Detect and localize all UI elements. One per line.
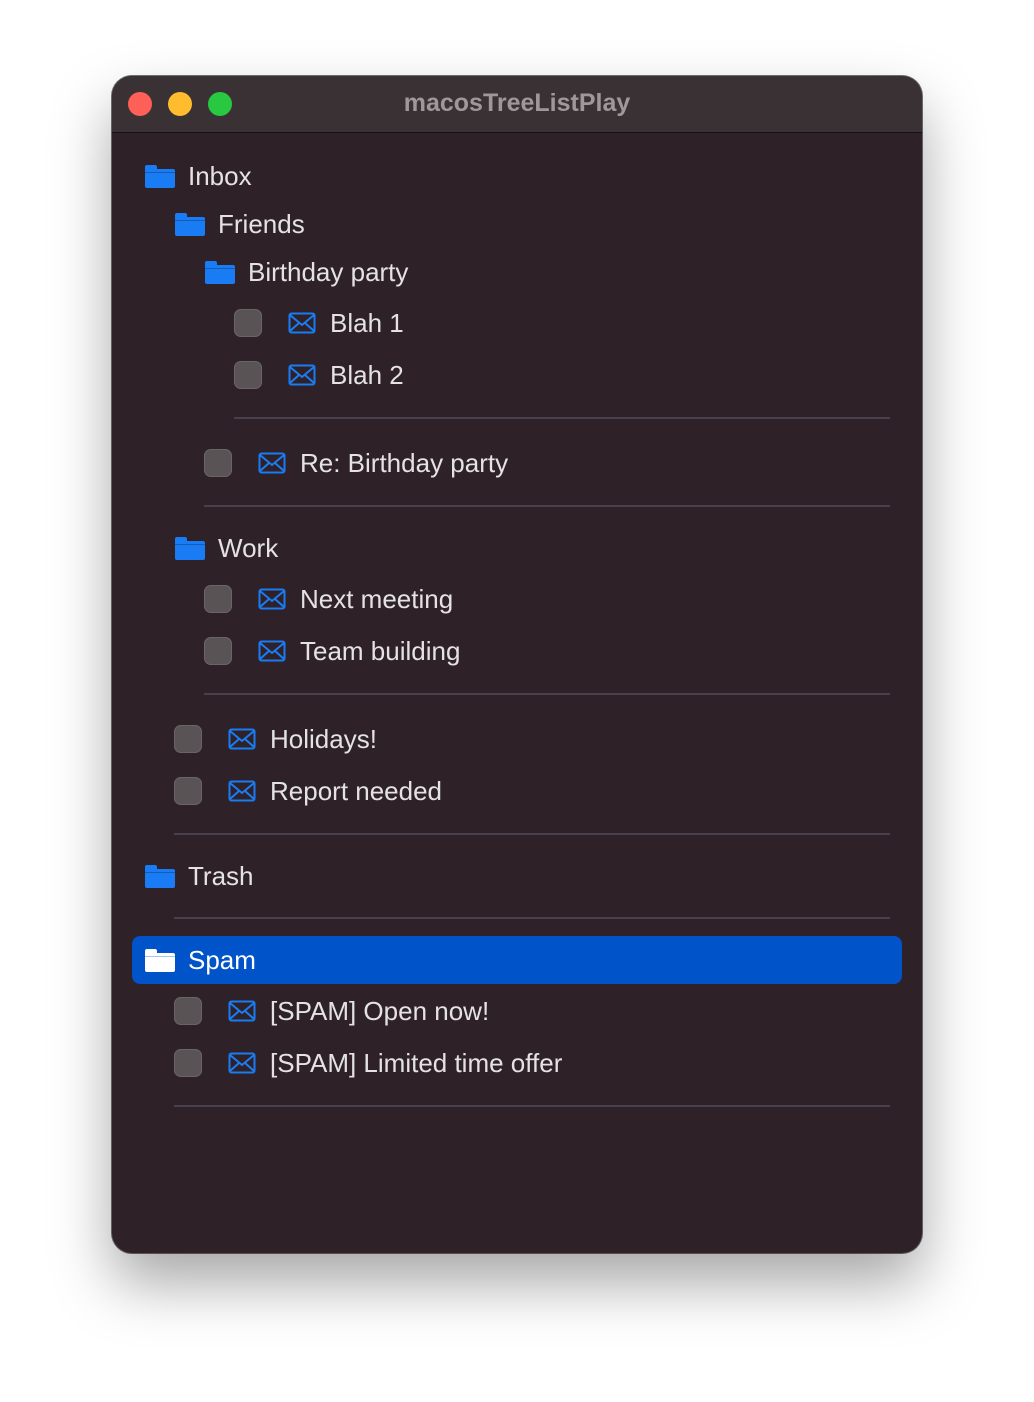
tree-item-friends[interactable]: Friends [175,200,305,248]
message-checkbox[interactable] [174,1049,202,1077]
message-row-spam-open-now[interactable]: [SPAM] Open now! [174,987,489,1035]
message-row-next-meeting[interactable]: Next meeting [204,575,453,623]
message-checkbox[interactable] [204,449,232,477]
message-title: Blah 1 [330,307,404,338]
tree-item-label: Trash [188,860,254,891]
message-title: [SPAM] Limited time offer [270,1047,563,1078]
message-row-blah-2[interactable]: Blah 2 [234,351,404,399]
tree-item-label: Inbox [188,160,252,191]
tree-item-label: Friends [218,208,305,239]
folder-icon [175,212,205,236]
app-window: macosTreeListPlay Inbox Friends Birthday… [112,76,922,1253]
tree-item-label: Spam [188,944,256,975]
section-divider [174,1105,890,1107]
message-title: Report needed [270,775,443,806]
envelope-icon [258,588,286,610]
envelope-icon [228,780,256,802]
message-row-blah-1[interactable]: Blah 1 [234,299,404,347]
envelope-icon [288,312,316,334]
title-bar[interactable]: macosTreeListPlay [112,76,922,133]
envelope-icon [258,640,286,662]
message-title: Blah 2 [330,359,404,390]
message-title: Team building [300,635,461,666]
envelope-icon [228,1000,256,1022]
message-checkbox[interactable] [174,777,202,805]
envelope-icon [288,364,316,386]
folder-icon [145,948,175,972]
folder-icon [145,864,175,888]
envelope-icon [228,728,256,750]
tree-item-trash[interactable]: Trash [145,852,254,900]
message-title: Re: Birthday party [300,447,509,478]
tree-item-label: Birthday party [248,256,409,287]
section-divider [174,917,890,919]
message-title: [SPAM] Open now! [270,995,490,1026]
window-title: macosTreeListPlay [403,89,631,117]
tree-item-work[interactable]: Work [175,524,278,572]
section-divider [174,833,890,835]
tree-item-spam[interactable]: Spam [132,936,902,984]
message-checkbox[interactable] [174,997,202,1025]
message-checkbox[interactable] [234,309,262,337]
folder-icon [175,536,205,560]
tree-item-label: Work [218,532,279,563]
tree-item-inbox[interactable]: Inbox [145,152,252,200]
folder-icon [145,164,175,188]
message-title: Next meeting [300,583,454,614]
section-divider [204,505,890,507]
message-row-report-needed[interactable]: Report needed [174,767,442,815]
message-row-holidays[interactable]: Holidays! [174,715,377,763]
message-row-re-birthday-party[interactable]: Re: Birthday party [204,439,508,487]
message-checkbox[interactable] [204,585,232,613]
message-row-spam-limited-time-offer[interactable]: [SPAM] Limited time offer [174,1039,562,1087]
section-divider [204,693,890,695]
tree-item-birthday-party[interactable]: Birthday party [205,248,408,296]
envelope-icon [228,1052,256,1074]
message-checkbox[interactable] [174,725,202,753]
section-divider [234,417,890,419]
message-title: Holidays! [270,723,377,754]
folder-icon [205,260,235,284]
envelope-icon [258,452,286,474]
message-checkbox[interactable] [204,637,232,665]
message-checkbox[interactable] [234,361,262,389]
message-row-team-building[interactable]: Team building [204,627,460,675]
